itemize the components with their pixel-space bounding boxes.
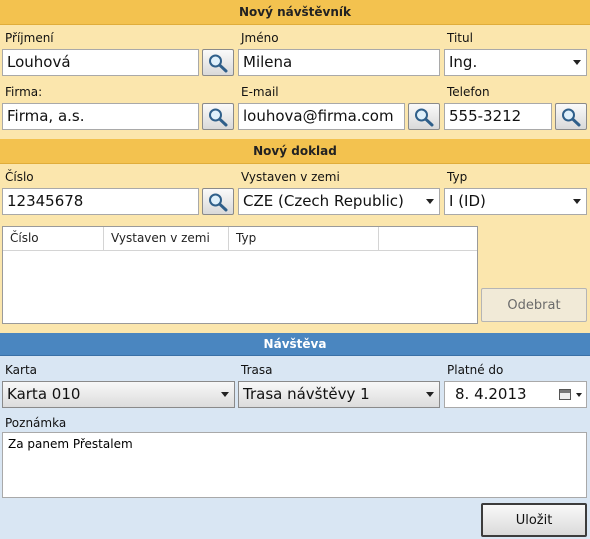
valid-until-value: 8. 4.2013 [455,385,527,403]
email-search-button[interactable] [408,103,440,130]
chevron-down-icon [573,199,581,204]
route-label: Trasa [241,363,273,377]
card-select[interactable]: Karta 010 [2,381,235,408]
document-section-header: Nový doklad [0,139,590,164]
chevron-down-icon [221,392,229,397]
surname-label: Příjmení [5,31,54,45]
issued-country-label: Vystaven v zemi [241,170,340,184]
magnifier-icon [415,108,434,126]
route-select[interactable]: Trasa návštěvy 1 [238,381,440,408]
column-header-number[interactable]: Číslo [3,227,104,250]
phone-input[interactable]: 555-3212 [444,103,552,130]
column-header-issued-country[interactable]: Vystaven v zemi [104,227,229,250]
column-header-filler [379,227,477,250]
company-search-button[interactable] [202,103,234,130]
note-textarea[interactable]: Za panem Přestalem [2,432,587,498]
column-header-type[interactable]: Typ [229,227,379,250]
doc-type-value: I (ID) [449,192,486,210]
doc-type-label: Typ [447,170,468,184]
doc-number-input[interactable]: 12345678 [2,188,199,215]
magnifier-icon [209,108,228,126]
magnifier-icon [209,54,228,72]
card-label: Karta [5,363,38,377]
valid-until-label: Platné do [447,363,504,377]
save-button-label: Uložit [515,512,553,528]
chevron-down-icon [426,392,434,397]
visit-section-header: Návštěva [0,333,590,356]
calendar-icon[interactable] [559,389,571,400]
chevron-down-icon [573,60,581,65]
chevron-down-icon [426,199,434,204]
phone-search-button[interactable] [555,103,587,130]
remove-button[interactable]: Odebrat [481,288,587,322]
surname-search-button[interactable] [202,49,234,76]
table-header-divider [3,250,477,251]
documents-table[interactable]: Číslo Vystaven v zemi Typ [2,226,478,324]
save-button[interactable]: Uložit [481,503,587,537]
email-input[interactable]: louhova@firma.com [238,103,405,130]
doc-type-select[interactable]: I (ID) [444,188,587,215]
title-select[interactable]: Ing. [444,49,587,76]
magnifier-icon [209,193,228,211]
magnifier-icon [562,108,581,126]
document-section-title: Nový doklad [253,144,337,158]
card-select-value: Karta 010 [7,385,81,403]
remove-button-label: Odebrat [507,297,561,313]
visit-section-title: Návštěva [263,337,327,351]
company-label: Firma: [5,85,43,99]
email-label: E-mail [241,85,279,99]
chevron-down-icon [576,393,582,397]
company-input[interactable]: Firma, a.s. [2,103,199,130]
surname-input[interactable]: Louhová [2,49,199,76]
note-value: Za panem Přestalem [8,437,133,451]
valid-until-datepicker[interactable]: 8. 4.2013 [444,381,587,408]
name-label: Jméno [241,31,279,45]
route-select-value: Trasa návštěvy 1 [243,385,370,403]
doc-number-label: Číslo [5,170,34,184]
issued-country-select[interactable]: CZE (Czech Republic) [238,188,440,215]
visitor-section-title: Nový návštěvník [238,5,352,19]
title-select-value: Ing. [449,53,478,71]
name-input[interactable]: Milena [238,49,440,76]
title-label: Titul [447,31,473,45]
doc-number-search-button[interactable] [202,188,234,215]
visitor-section-header: Nový návštěvník [0,0,590,25]
phone-label: Telefon [447,85,490,99]
note-label: Poznámka [5,416,67,430]
issued-country-value: CZE (Czech Republic) [243,192,404,210]
